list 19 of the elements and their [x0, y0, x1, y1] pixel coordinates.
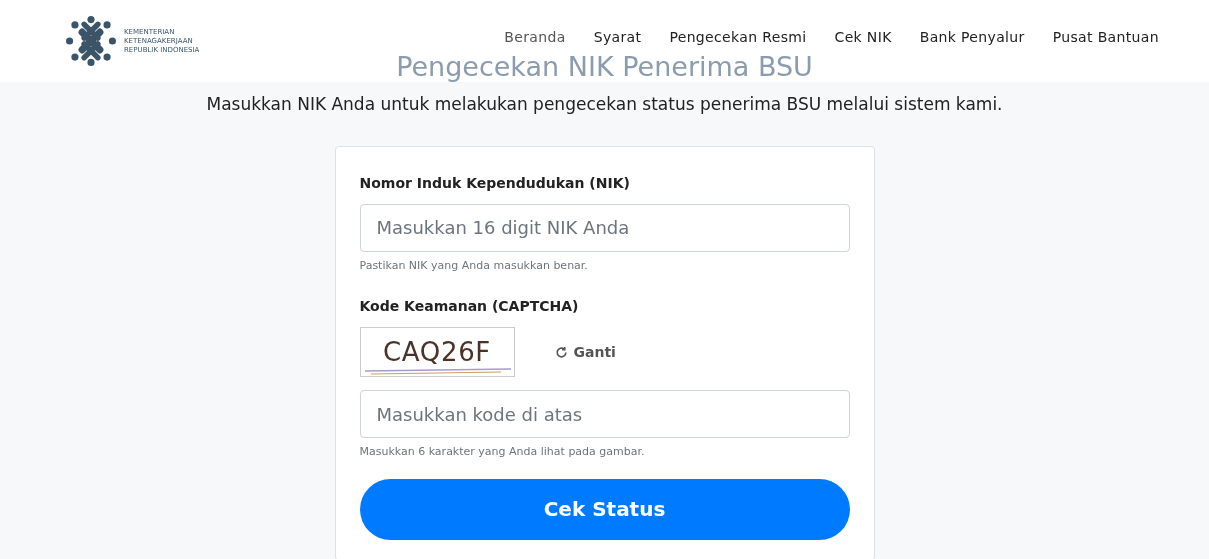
nav-link[interactable]: Pengecekan Resmi [669, 26, 807, 48]
check-status-button[interactable]: Cek Status [359, 478, 850, 540]
field-label: Nomor Induk Kependudukan (NIK) [359, 173, 631, 193]
page-subtitle: Masukkan NIK Anda untuk melakukan pengecekan status penerima BSU melalui sistem kami. [206, 93, 1003, 116]
nav-link[interactable]: Pusat Bantuan [1052, 26, 1159, 48]
refresh-icon [554, 345, 568, 359]
nik-input-field[interactable]: Masukkan 16 digit NIK Anda [359, 203, 850, 252]
refresh-captcha-button[interactable]: Ganti [554, 341, 616, 363]
field-hint: Pastikan NIK yang Anda masukkan benar. [359, 257, 589, 274]
captcha-image: CAQ26F [359, 327, 515, 377]
field-hint: Masukkan 6 karakter yang Anda lihat pada gambar. [359, 444, 646, 460]
ministry-logo-icon [66, 16, 116, 66]
page-title: Pengecekan NIK Penerima BSU [396, 50, 813, 84]
nav-link[interactable]: Beranda [504, 26, 566, 48]
field-label: Kode Keamanan (CAPTCHA) [359, 297, 580, 316]
nav-link[interactable]: Bank Penyalur [919, 26, 1025, 48]
captcha-input-field[interactable]: Masukkan kode di atas [359, 390, 850, 438]
nav-link[interactable]: Cek NIK [834, 26, 892, 48]
nav-link[interactable]: Syarat [593, 26, 642, 48]
